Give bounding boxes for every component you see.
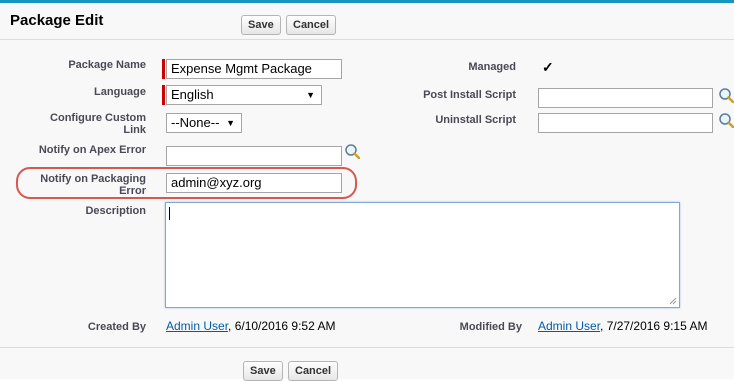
save-button-bottom[interactable]: Save (243, 361, 283, 381)
checkmark-icon: ✓ (542, 59, 554, 75)
created-by-label: Created By (87, 321, 146, 333)
lookup-magnifier-icon[interactable] (344, 143, 360, 159)
description-textarea[interactable] (165, 202, 680, 308)
highlight-annotation (16, 167, 357, 199)
uninstall-script-label: Uninstall Script (435, 114, 516, 126)
language-label: Language (94, 86, 146, 98)
created-by-value: Admin User, 6/10/2016 9:52 AM (166, 319, 335, 333)
required-indicator (162, 85, 165, 105)
post-install-script-input[interactable] (538, 88, 713, 108)
notify-apex-error-label: Notify on Apex Error (38, 144, 146, 156)
package-name-label: Package Name (68, 59, 146, 71)
resize-grip-icon[interactable] (669, 297, 677, 305)
configure-custom-link-select[interactable]: --None-- ▼ (166, 113, 242, 133)
modified-by-user-link[interactable]: Admin User (538, 319, 600, 333)
notify-apex-error-input[interactable] (166, 146, 342, 166)
chevron-down-icon: ▼ (226, 118, 235, 128)
lookup-magnifier-icon[interactable] (718, 112, 734, 128)
footer-divider (0, 347, 734, 348)
created-by-user-link[interactable]: Admin User (166, 319, 228, 333)
page-title: Package Edit (10, 12, 104, 29)
post-install-script-label: Post Install Script (423, 89, 516, 101)
cancel-button-top[interactable]: Cancel (286, 15, 337, 35)
package-name-input[interactable]: Expense Mgmt Package (166, 59, 342, 79)
modified-by-label: Modified By (459, 321, 522, 333)
text-cursor (169, 207, 170, 220)
configure-custom-link-label-line1: Configure Custom (50, 112, 146, 124)
created-by-date: , 6/10/2016 9:52 AM (228, 319, 336, 333)
configure-custom-link-label: Configure Custom Link (20, 112, 146, 136)
modified-by-date: , 7/27/2016 9:15 AM (600, 319, 708, 333)
required-indicator (162, 59, 165, 79)
configure-custom-link-value: --None-- (171, 115, 220, 130)
description-label: Description (85, 205, 146, 217)
uninstall-script-input[interactable] (538, 113, 713, 133)
configure-custom-link-label-line2: Link (123, 124, 146, 136)
language-select[interactable]: English ▼ (166, 85, 322, 105)
save-button-top[interactable]: Save (241, 15, 281, 35)
language-value: English (171, 87, 214, 102)
managed-label: Managed (468, 61, 516, 73)
package-edit-panel: Package Edit Save Cancel Package Name Ex… (0, 0, 734, 381)
modified-by-value: Admin User, 7/27/2016 9:15 AM (538, 319, 707, 333)
page-header: Package Edit Save Cancel (0, 3, 734, 40)
lookup-magnifier-icon[interactable] (718, 87, 734, 103)
chevron-down-icon: ▼ (306, 90, 315, 100)
cancel-button-bottom[interactable]: Cancel (288, 361, 339, 381)
